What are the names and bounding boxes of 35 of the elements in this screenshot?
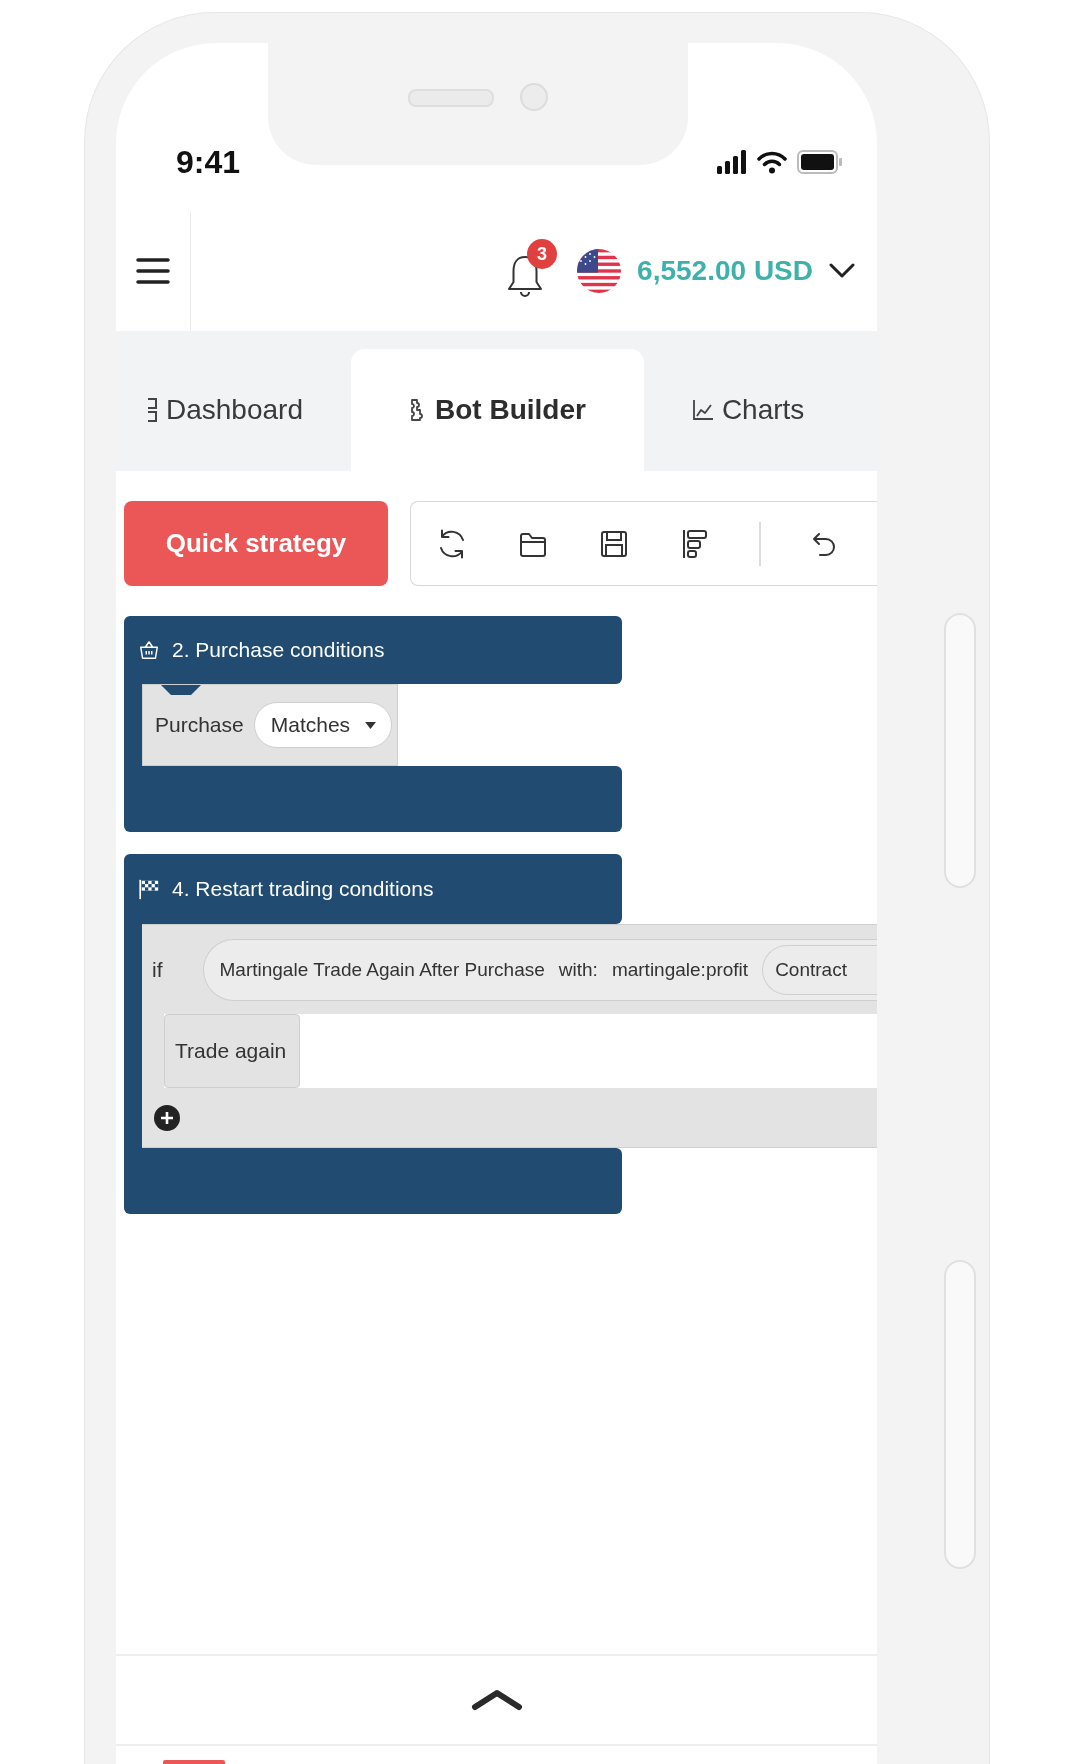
condition-name: Martingale Trade Again After Purchase — [219, 958, 545, 981]
input-block[interactable]: Contract — [762, 944, 877, 995]
parameter-label: with: — [558, 958, 598, 981]
add-icon[interactable] — [154, 1104, 180, 1131]
condition-block[interactable]: Martingale Trade Again After Purchase with: martingale:profit Contract — [202, 938, 877, 1001]
dropdown[interactable]: Matches — [253, 702, 393, 748]
signal-icon — [717, 150, 747, 174]
battery-icon — [797, 150, 843, 174]
basket-icon — [138, 639, 160, 661]
status-time: 9:41 — [176, 143, 241, 181]
wifi-icon — [757, 150, 787, 174]
block-title: 4. Restart trading conditions — [172, 877, 434, 901]
keyword-label: if — [152, 957, 163, 982]
checkered-flag-icon — [138, 878, 160, 900]
purchase-block[interactable]: Purchase Matches — [142, 684, 398, 766]
block-header[interactable]: 4. Restart trading conditions — [124, 854, 622, 924]
chevron-up-icon[interactable] — [470, 1689, 523, 1711]
caret-icon — [364, 720, 378, 730]
block-header[interactable]: 2. Purchase conditions — [124, 616, 622, 684]
puzzle-icon — [409, 397, 423, 423]
line-chart-icon — [691, 399, 714, 421]
tab[interactable]: Dashboard — [116, 349, 333, 471]
chevron-down-icon[interactable] — [829, 263, 855, 279]
accent-bar — [163, 1760, 225, 1764]
tab[interactable]: Bot Builder — [351, 349, 644, 471]
dashboard-icon — [146, 397, 158, 423]
menu-icon[interactable] — [136, 257, 170, 285]
tab[interactable]: Charts — [661, 349, 835, 471]
if-block-header[interactable]: if Martingale Trade Again After Purchase with: martingale:profit Contract — [142, 924, 877, 1014]
statement-block[interactable]: Trade again — [164, 1014, 300, 1088]
block-title: 2. Purchase conditions — [172, 638, 385, 662]
parameter-value: martingale:profit — [611, 958, 749, 981]
notification-count: 3 — [527, 239, 558, 269]
block-label: Purchase — [155, 713, 244, 737]
flag-icon — [577, 249, 622, 293]
